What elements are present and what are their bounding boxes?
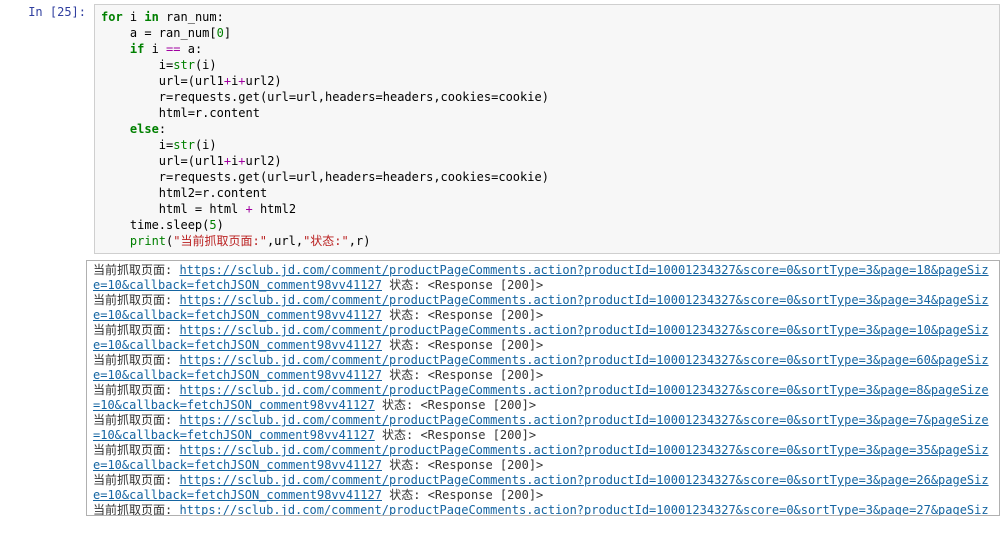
response-text: <Response [200]> — [428, 368, 544, 382]
prompt-count: [25]: — [50, 5, 86, 19]
output-url[interactable]: https://sclub.jd.com/comment/productPage… — [93, 383, 989, 412]
response-text: <Response [200]> — [428, 458, 544, 472]
output-line: 当前抓取页面: https://sclub.jd.com/comment/pro… — [93, 353, 993, 383]
response-text: <Response [200]> — [428, 338, 544, 352]
label-page: 当前抓取页面: — [93, 263, 179, 277]
output-line: 当前抓取页面: https://sclub.jd.com/comment/pro… — [93, 263, 993, 293]
output-url[interactable]: https://sclub.jd.com/comment/productPage… — [93, 503, 989, 516]
output-line: 当前抓取页面: https://sclub.jd.com/comment/pro… — [93, 413, 993, 443]
output-line: 当前抓取页面: https://sclub.jd.com/comment/pro… — [93, 323, 993, 353]
label-page: 当前抓取页面: — [93, 293, 179, 307]
response-text: <Response [200]> — [420, 398, 536, 412]
label-status: 状态: — [382, 488, 428, 502]
output-line: 当前抓取页面: https://sclub.jd.com/comment/pro… — [93, 503, 993, 516]
prompt-prefix: In — [28, 5, 50, 19]
response-text: <Response [200]> — [420, 428, 536, 442]
label-page: 当前抓取页面: — [93, 353, 179, 367]
output-line: 当前抓取页面: https://sclub.jd.com/comment/pro… — [93, 383, 993, 413]
label-page: 当前抓取页面: — [93, 323, 179, 337]
label-status: 状态: — [382, 368, 428, 382]
label-status: 状态: — [375, 398, 421, 412]
label-page: 当前抓取页面: — [93, 443, 179, 457]
input-prompt: In [25]: — [0, 4, 94, 20]
label-page: 当前抓取页面: — [93, 503, 179, 516]
stdout-area[interactable]: 当前抓取页面: https://sclub.jd.com/comment/pro… — [86, 260, 1000, 516]
output-wrap: 当前抓取页面: https://sclub.jd.com/comment/pro… — [0, 254, 1000, 516]
response-text: <Response [200]> — [428, 278, 544, 292]
label-status: 状态: — [375, 428, 421, 442]
output-line: 当前抓取页面: https://sclub.jd.com/comment/pro… — [93, 443, 993, 473]
output-url[interactable]: https://sclub.jd.com/comment/productPage… — [93, 413, 989, 442]
label-status: 状态: — [382, 458, 428, 472]
response-text: <Response [200]> — [428, 308, 544, 322]
label-status: 状态: — [382, 278, 428, 292]
response-text: <Response [200]> — [428, 488, 544, 502]
label-status: 状态: — [382, 308, 428, 322]
code-cell: In [25]: for i in ran_num: a = ran_num[0… — [0, 0, 1000, 254]
output-line: 当前抓取页面: https://sclub.jd.com/comment/pro… — [93, 293, 993, 323]
label-page: 当前抓取页面: — [93, 383, 179, 397]
label-status: 状态: — [382, 338, 428, 352]
code-editor[interactable]: for i in ran_num: a = ran_num[0] if i ==… — [94, 4, 1000, 254]
label-page: 当前抓取页面: — [93, 473, 179, 487]
output-line: 当前抓取页面: https://sclub.jd.com/comment/pro… — [93, 473, 993, 503]
label-page: 当前抓取页面: — [93, 413, 179, 427]
